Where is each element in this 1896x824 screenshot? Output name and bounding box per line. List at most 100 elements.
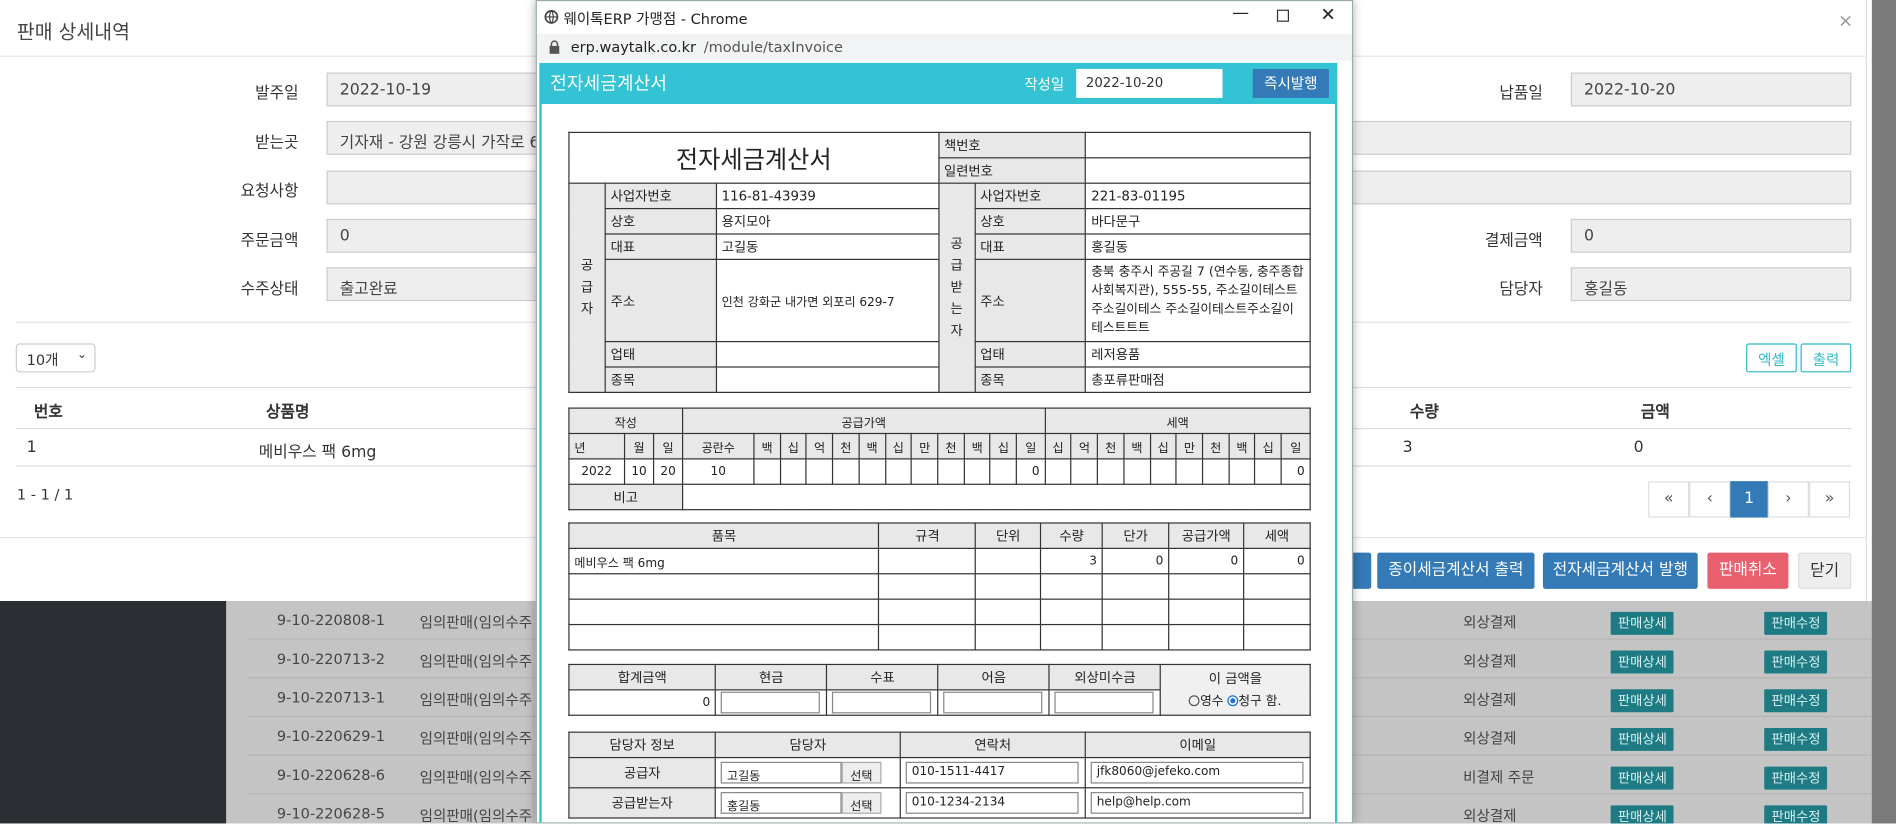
- sale-edit-button[interactable]: 판매수정: [1764, 727, 1828, 751]
- row-product: 메비우스 팩 6mg: [258, 443, 377, 462]
- status-label: 수주상태: [240, 280, 299, 299]
- serial-no-value: [1085, 157, 1311, 184]
- sale-edit-button[interactable]: 판매수정: [1764, 611, 1828, 635]
- page-first[interactable]: «: [1648, 481, 1690, 518]
- tax-digit-label: 백: [1228, 432, 1256, 460]
- rec-phone-input[interactable]: 010-1234-2134: [905, 792, 1079, 814]
- tax-digit-value: [1070, 458, 1099, 485]
- sup-select-button[interactable]: 선택: [841, 761, 882, 784]
- credit-input[interactable]: [1054, 691, 1154, 714]
- supply-digit-label: 만: [910, 432, 939, 460]
- pay-type: 비결제 주문: [1463, 769, 1535, 786]
- supply-digit-label: 천: [832, 432, 860, 460]
- close-button[interactable]: 닫기: [1798, 552, 1852, 589]
- phone-header: 연락처: [899, 731, 1086, 759]
- status-field: 출고완료: [326, 267, 545, 302]
- s-ceo: 고길동: [715, 233, 940, 260]
- bill-input[interactable]: [943, 691, 1043, 714]
- close-window-icon[interactable]: ✕: [1320, 4, 1335, 26]
- receipt-radio[interactable]: [1189, 695, 1201, 707]
- address-bar[interactable]: erp.waytalk.co.kr /module/taxInvoice: [536, 33, 1352, 61]
- pay-type: 외상결제: [1463, 652, 1517, 670]
- s-name: 용지모아: [715, 207, 940, 235]
- sale-detail-button[interactable]: 판매상세: [1610, 650, 1675, 674]
- sup-email-input[interactable]: jfk8060@jefeko.com: [1090, 761, 1304, 784]
- email-header: 이메일: [1084, 731, 1311, 759]
- sale-edit-button[interactable]: 판매수정: [1764, 805, 1828, 824]
- tax-digit-label: 십: [1044, 432, 1072, 460]
- page-next[interactable]: ›: [1767, 481, 1809, 518]
- supply-digit-value: [805, 458, 834, 485]
- cash-input[interactable]: [721, 691, 821, 714]
- sup-phone-input[interactable]: 010-1511-4417: [905, 761, 1079, 784]
- claim-radio[interactable]: [1227, 695, 1239, 707]
- cash-header: 현금: [715, 663, 828, 691]
- tax-digit-label: 십: [1149, 432, 1177, 460]
- delivery-date-field: 2022-10-20: [1570, 72, 1852, 107]
- excel-button[interactable]: 엑셀: [1746, 343, 1797, 373]
- month-label: 월: [623, 432, 655, 460]
- order-name: 임의판매(임의수주: [419, 769, 533, 786]
- col-product: 상품명: [266, 403, 310, 423]
- r-item: 총포류판매점: [1085, 366, 1311, 393]
- tax-digit-label: 일: [1280, 432, 1311, 460]
- page-last[interactable]: »: [1808, 481, 1851, 518]
- pay-amount-field: 0: [1570, 218, 1852, 253]
- issue-now-button[interactable]: 즉시발행: [1252, 68, 1329, 98]
- item-name: 메비우스 팩 6mg: [568, 547, 880, 575]
- minimize-icon[interactable]: —: [1232, 4, 1249, 23]
- supply-digit-label: 억: [805, 432, 834, 460]
- tax-digit-label: 천: [1096, 432, 1125, 460]
- cancel-sale-button[interactable]: 판매취소: [1707, 552, 1789, 589]
- url-path: /module/taxInvoice: [703, 38, 843, 56]
- maximize-icon[interactable]: [1276, 9, 1290, 22]
- item-unit: [974, 547, 1042, 575]
- note-value: [681, 483, 1311, 511]
- month-value: 10: [623, 458, 655, 485]
- sup-person-input[interactable]: 고길동: [720, 761, 842, 784]
- qty-header: 수량: [1040, 522, 1103, 549]
- page-prev[interactable]: ‹: [1689, 481, 1731, 518]
- tax-digit-label: 억: [1070, 432, 1099, 460]
- sale-edit-button[interactable]: 판매수정: [1764, 689, 1828, 713]
- sale-detail-button[interactable]: 판매상세: [1610, 766, 1675, 790]
- sale-edit-button[interactable]: 판매수정: [1764, 766, 1828, 790]
- table-row: [568, 598, 1311, 626]
- col-amount: 금액: [1640, 403, 1670, 423]
- book-no-label: 책번호: [937, 131, 1087, 159]
- table-row: [568, 623, 1311, 651]
- rec-person-input[interactable]: 홍길동: [720, 792, 842, 814]
- sale-detail-button[interactable]: 판매상세: [1610, 689, 1675, 713]
- year-value: 2022: [568, 458, 626, 485]
- sale-edit-button[interactable]: 판매수정: [1764, 650, 1828, 674]
- item-header: 품목: [568, 522, 880, 549]
- pay-type: 외상결제: [1463, 807, 1517, 824]
- tax-digit-value: [1044, 458, 1072, 485]
- tax-label: 세액: [1044, 407, 1311, 435]
- page-size-select[interactable]: 10개 ⌄: [15, 343, 96, 373]
- close-icon[interactable]: ×: [1838, 10, 1853, 32]
- window-titlebar: 웨이톡ERP 가맹점 - Chrome — ✕: [536, 1, 1352, 34]
- delivery-date-label: 납품일: [1499, 84, 1543, 103]
- rec-select-button[interactable]: 선택: [841, 792, 882, 814]
- s-type-label: 업태: [604, 340, 717, 368]
- order-date-label: 발주일: [255, 84, 299, 103]
- write-date-input[interactable]: 2022-10-20: [1076, 68, 1223, 98]
- write-date-label: 작성일: [1024, 76, 1065, 94]
- sale-detail-button[interactable]: 판매상세: [1610, 611, 1675, 635]
- sale-detail-button[interactable]: 판매상세: [1610, 727, 1675, 751]
- e-invoice-button[interactable]: 전자세금계산서 발행: [1542, 552, 1698, 589]
- pay-type: 외상결제: [1463, 614, 1517, 632]
- paper-invoice-button[interactable]: 종이세금계산서 출력: [1377, 552, 1535, 589]
- supply-digit-label: 백: [963, 432, 991, 460]
- check-input[interactable]: [832, 691, 932, 714]
- invoice-header-bar: 전자세금계산서 작성일 2022-10-20 즉시발행: [539, 62, 1338, 104]
- ship-to-label: 받는곳: [255, 134, 299, 153]
- tax-digit-value: [1175, 458, 1204, 485]
- page-current[interactable]: 1: [1730, 481, 1768, 518]
- row-qty: 3: [1402, 438, 1413, 458]
- print-button[interactable]: 출력: [1800, 343, 1852, 373]
- order-name: 임의판매(임의수주: [419, 807, 533, 824]
- rec-email-input[interactable]: help@help.com: [1090, 792, 1304, 814]
- sale-detail-button[interactable]: 판매상세: [1610, 805, 1675, 824]
